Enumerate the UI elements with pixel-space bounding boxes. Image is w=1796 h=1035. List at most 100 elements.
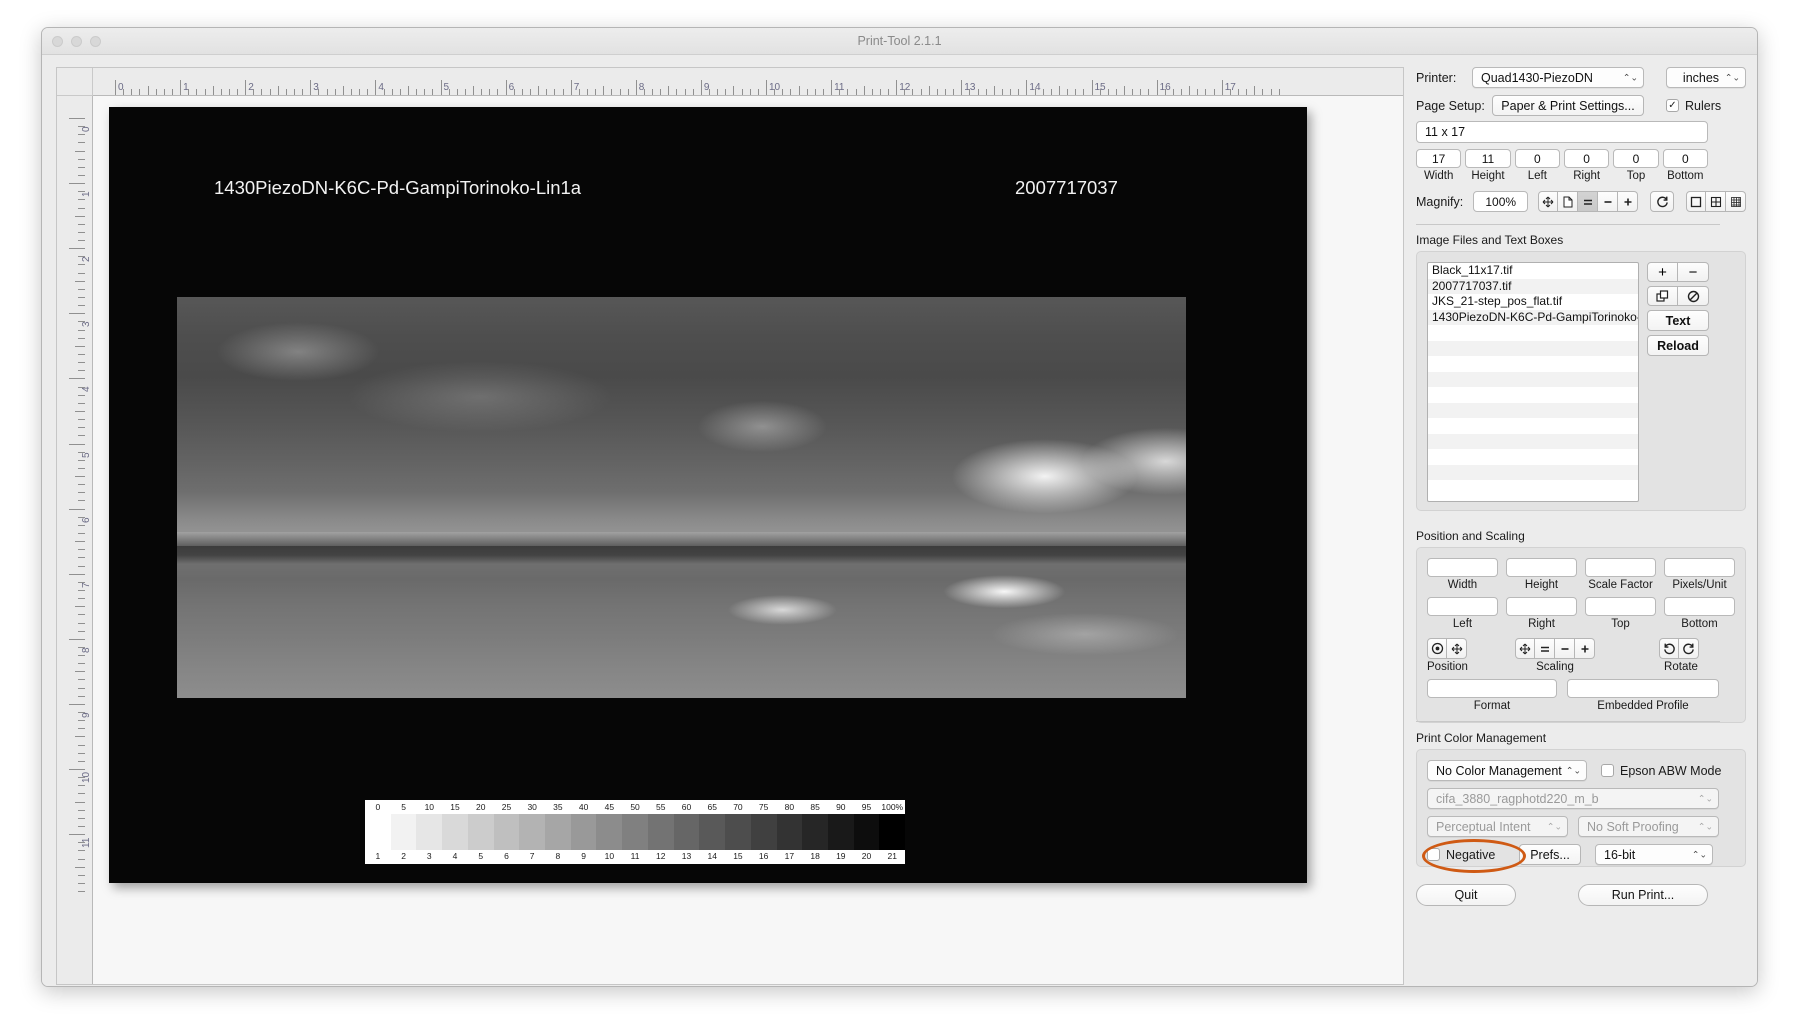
dimension-bottom-field[interactable]: 0 xyxy=(1663,149,1708,168)
color-management-value: No Color Management xyxy=(1436,764,1562,778)
ruler-tick-minor xyxy=(78,142,85,143)
rotate-ccw-icon-button[interactable] xyxy=(1659,638,1679,659)
step-wedge-chart[interactable]: 0510152025303540455055606570758085909510… xyxy=(365,800,905,864)
remove-file-button[interactable]: − xyxy=(1678,262,1709,282)
chevron-updown-icon: ⌃⌄ xyxy=(1623,73,1638,82)
center-target-icon-button[interactable] xyxy=(1427,638,1447,659)
window-title: Print-Tool 2.1.1 xyxy=(42,34,1757,48)
top-field[interactable] xyxy=(1585,597,1656,616)
add-file-button[interactable]: + xyxy=(1647,262,1678,282)
ruler-tick-minor xyxy=(139,89,140,96)
single-page-icon-button[interactable] xyxy=(1686,191,1706,212)
page-canvas[interactable]: 1430PiezoDN-K6C-Pd-GampiTorinoko-Lin1a 2… xyxy=(93,96,1403,984)
plus-icon-button[interactable] xyxy=(1575,638,1595,659)
prefs-button[interactable]: Prefs... xyxy=(1519,844,1581,865)
four-up-grid-icon-button[interactable] xyxy=(1706,191,1726,212)
dimension-height-field[interactable]: 11 xyxy=(1465,149,1510,168)
page-text-box-title[interactable]: 1430PiezoDN-K6C-Pd-GampiTorinoko-Lin1a xyxy=(214,177,581,199)
placed-photo-image[interactable] xyxy=(177,297,1186,698)
ruler-tick-minor xyxy=(78,492,85,493)
dimension-top-field[interactable]: 0 xyxy=(1613,149,1658,168)
left-field[interactable] xyxy=(1427,597,1498,616)
equals-icon-button[interactable] xyxy=(1535,638,1555,659)
minus-icon-button[interactable] xyxy=(1555,638,1575,659)
position-scaling-box: Width Height Scale Factor Pixels/Un xyxy=(1416,547,1746,723)
page-icon-button[interactable] xyxy=(1558,191,1578,212)
rendering-intent-select[interactable]: Perceptual Intent ⌃⌄ xyxy=(1427,816,1568,837)
rotate-cw-icon-button[interactable] xyxy=(1679,638,1699,659)
reload-button[interactable]: Reload xyxy=(1647,335,1709,356)
negative-row[interactable]: Negative xyxy=(1427,848,1519,862)
page-sheet[interactable]: 1430PiezoDN-K6C-Pd-GampiTorinoko-Lin1a 2… xyxy=(109,107,1307,883)
quit-button[interactable]: Quit xyxy=(1416,884,1516,906)
dimension-width-field[interactable]: 17 xyxy=(1416,149,1461,168)
printer-profile-select[interactable]: cifa_3880_ragphotd220_m_b ⌃⌄ xyxy=(1427,788,1719,809)
refresh-icon-button[interactable] xyxy=(1650,191,1674,212)
no-entry-icon-button[interactable] xyxy=(1678,286,1709,306)
bottom-field[interactable] xyxy=(1664,597,1735,616)
file-list-item[interactable]: Black_11x17.tif xyxy=(1428,263,1638,279)
ruler-tick-minor xyxy=(148,86,149,96)
width-field[interactable] xyxy=(1427,558,1498,577)
ruler-tick-major xyxy=(1026,80,1027,96)
ruler-tick-major xyxy=(506,80,507,96)
ruler-tick-minor xyxy=(693,89,694,96)
color-management-select[interactable]: No Color Management ⌃⌄ xyxy=(1427,760,1587,781)
plus-icon-button[interactable] xyxy=(1618,191,1638,212)
move-arrows-icon-button[interactable] xyxy=(1447,638,1467,659)
move-arrows-icon-button[interactable] xyxy=(1515,638,1535,659)
paper-size-field[interactable]: 11 x 17 xyxy=(1416,121,1708,143)
file-list[interactable]: Black_11x17.tif2007717037.tif JKS_21-ste… xyxy=(1427,262,1639,502)
move-arrows-icon-button[interactable] xyxy=(1538,191,1558,212)
right-field[interactable] xyxy=(1506,597,1577,616)
file-list-item[interactable]: 1430PiezoDN-K6C-Pd-GampiTorinoko-Lin1a xyxy=(1428,310,1638,326)
minus-icon-button[interactable] xyxy=(1598,191,1618,212)
page-text-box-number[interactable]: 2007717037 xyxy=(1015,177,1118,199)
ruler-tick-minor xyxy=(750,89,751,96)
scale-factor-field[interactable] xyxy=(1585,558,1656,577)
chevron-updown-icon: ⌃⌄ xyxy=(1692,850,1707,859)
text-button[interactable]: Text xyxy=(1647,310,1709,331)
dimension-right-field[interactable]: 0 xyxy=(1564,149,1609,168)
epson-abw-row[interactable]: Epson ABW Mode xyxy=(1601,764,1721,778)
ruler-tick-minor xyxy=(1075,89,1076,96)
print-tool-window: Print-Tool 2.1.1 01234567891011121314151… xyxy=(41,27,1758,987)
ruler-tick-major xyxy=(896,80,897,96)
ruler-tick-minor xyxy=(75,606,85,607)
file-list-item[interactable]: JKS_21-step_pos_flat.tif xyxy=(1428,294,1638,310)
printer-select[interactable]: Quad1430-PiezoDN ⌃⌄ xyxy=(1472,67,1644,88)
rulers-checkbox[interactable]: ✓ xyxy=(1666,99,1679,112)
magnify-label: Magnify: xyxy=(1416,195,1473,209)
fine-grid-icon-button[interactable] xyxy=(1726,191,1746,212)
rulers-checkbox-row[interactable]: ✓ Rulers xyxy=(1666,99,1721,113)
format-field[interactable] xyxy=(1427,679,1557,698)
paper-print-settings-button[interactable]: Paper & Print Settings... xyxy=(1492,95,1644,116)
embedded-profile-field[interactable] xyxy=(1567,679,1719,698)
ruler-tick-minor xyxy=(78,468,85,469)
ruler-tick-major xyxy=(69,118,85,119)
ruler-tick-minor xyxy=(78,785,85,786)
ruler-tick-minor xyxy=(78,403,85,404)
ruler-tick-major xyxy=(69,704,85,705)
height-field[interactable] xyxy=(1506,558,1577,577)
rotate-buttons xyxy=(1659,638,1719,659)
ruler-tick-minor xyxy=(351,89,352,96)
soft-proofing-select[interactable]: No Soft Proofing ⌃⌄ xyxy=(1578,816,1719,837)
magnify-field[interactable]: 100% xyxy=(1473,191,1528,212)
negative-checkbox[interactable] xyxy=(1427,848,1440,861)
chevron-updown-icon: ⌃⌄ xyxy=(1725,73,1740,82)
ruler-tick-major xyxy=(701,80,702,96)
ruler-tick-minor xyxy=(1181,89,1182,96)
equals-icon-button[interactable] xyxy=(1578,191,1598,212)
units-select[interactable]: inches ⌃⌄ xyxy=(1666,67,1746,88)
dimension-left-field[interactable]: 0 xyxy=(1515,149,1560,168)
negative-label: Negative xyxy=(1446,848,1495,862)
run-print-button[interactable]: Run Print... xyxy=(1578,884,1708,906)
wedge-bottom-label: 18 xyxy=(802,850,828,863)
pixels-unit-field[interactable] xyxy=(1664,558,1735,577)
top-label: Top xyxy=(1585,618,1656,630)
file-list-item[interactable]: 2007717037.tif xyxy=(1428,279,1638,295)
duplicate-icon-button[interactable] xyxy=(1647,286,1678,306)
bit-depth-select[interactable]: 16-bit ⌃⌄ xyxy=(1595,844,1713,865)
epson-abw-checkbox[interactable] xyxy=(1601,764,1614,777)
